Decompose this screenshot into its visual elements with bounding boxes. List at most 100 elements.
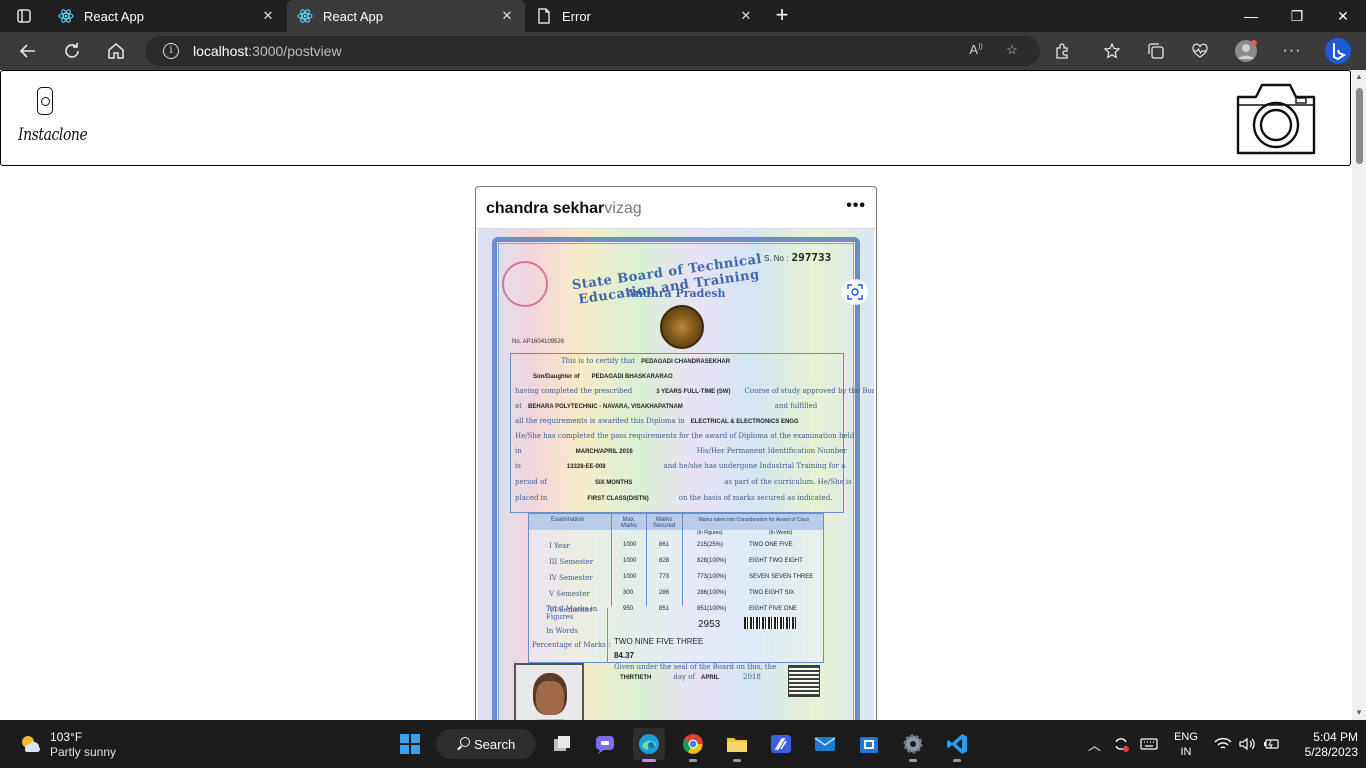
vscode-icon [947, 734, 967, 754]
add-favorite-icon[interactable]: ☆ [1003, 42, 1021, 60]
state-emblem [660, 305, 704, 349]
favorites-button[interactable] [1098, 37, 1126, 65]
read-aloud-icon[interactable]: A)) [967, 42, 985, 60]
keyboard-tray[interactable] [1140, 720, 1158, 768]
task-view-icon [554, 736, 570, 751]
tab-close-icon[interactable]: ✕ [738, 8, 754, 24]
extensions-button[interactable] [1049, 37, 1077, 65]
wifi-tray[interactable] [1214, 720, 1232, 768]
volume-tray[interactable] [1238, 720, 1256, 768]
weather-temp: 103°F [50, 730, 83, 744]
heartbeat-icon [1192, 43, 1208, 58]
back-button[interactable] [14, 37, 42, 65]
visual-search-button[interactable] [842, 279, 868, 305]
student-photo [514, 663, 584, 720]
page-scrollbar[interactable]: ▲ ▼ [1352, 70, 1366, 720]
collections-icon [1148, 43, 1164, 59]
scroll-up-icon[interactable]: ▲ [1354, 72, 1364, 82]
mail-button[interactable] [809, 728, 841, 760]
tab-actions-button[interactable] [8, 4, 40, 28]
windows-logo-icon [400, 734, 420, 754]
tab-react-app-1[interactable]: React App ✕ [48, 0, 286, 32]
folder-icon [727, 738, 747, 752]
marks-row: IV Semester 1000 773 773(100%) SEVEN SEV… [549, 574, 814, 582]
language-indicator[interactable]: ENG IN [1170, 730, 1202, 760]
puzzle-icon [1056, 43, 1068, 59]
wifi-icon [1214, 737, 1232, 749]
site-info-icon[interactable]: i [163, 43, 179, 59]
search-label: Search [474, 736, 516, 752]
taskbar-search[interactable]: Search [436, 729, 536, 759]
store-button[interactable] [853, 728, 885, 760]
post-author[interactable]: chandra sekharvizag [486, 200, 642, 218]
scroll-down-icon[interactable]: ▼ [1354, 708, 1364, 718]
restore-button[interactable]: ❐ [1274, 0, 1320, 32]
show-hidden-icons[interactable]: ︿ [1088, 720, 1101, 768]
home-button[interactable] [102, 37, 130, 65]
volume-icon [1239, 737, 1255, 751]
react-icon [297, 8, 313, 24]
partly-sunny-icon [22, 736, 40, 752]
address-bar[interactable]: i localhost:3000/postview A)) ☆ [145, 36, 1040, 66]
page-viewport: Instaclone chandra sekharvizag ••• S. No… [0, 70, 1352, 720]
bing-icon [1325, 38, 1351, 64]
weather-widget[interactable]: 103°F Partly sunny [16, 728, 156, 760]
new-tab-button[interactable]: + [770, 4, 794, 28]
edge-taskbar-button[interactable] [633, 728, 665, 762]
sync-status[interactable] [1112, 720, 1130, 768]
chevron-up-icon: ︿ [1088, 737, 1102, 753]
back-arrow-icon [19, 44, 35, 58]
chrome-icon [683, 734, 703, 754]
visual-search-icon [847, 284, 863, 300]
marks-row: I Year 1000 861 215(25%) TWO ONE FIVE [549, 542, 793, 550]
total-marks-words: TWO NINE FIVE THREE [614, 637, 704, 646]
chrome-taskbar-button[interactable] [677, 728, 709, 762]
performance-button[interactable] [1186, 37, 1214, 65]
tab-error[interactable]: Error ✕ [526, 0, 764, 32]
certificate-body: This is to certify that PEDAGADI CHANDRAS… [510, 353, 874, 513]
marks-row: III Semester 1000 828 828(100%) EIGHT TW… [549, 558, 803, 566]
store-icon [860, 737, 878, 753]
vscode-button[interactable] [941, 728, 973, 762]
instaclone-logo[interactable]: Instaclone [15, 83, 88, 153]
keyboard-icon [1140, 738, 1158, 750]
tab-react-app-2[interactable]: React App ✕ [287, 0, 525, 32]
refresh-button[interactable] [58, 37, 86, 65]
url-text: localhost:3000/postview [193, 43, 342, 59]
scrollbar-thumb[interactable] [1356, 88, 1363, 164]
post-card: chandra sekharvizag ••• S. No :297733 St… [475, 186, 877, 720]
start-button[interactable] [394, 728, 426, 760]
minimize-button[interactable]: — [1228, 0, 1274, 32]
task-view-button[interactable] [546, 728, 578, 760]
tab-title: React App [84, 8, 144, 24]
collections-button[interactable] [1142, 37, 1170, 65]
tab-close-icon[interactable]: ✕ [260, 8, 276, 24]
close-window-button[interactable]: ✕ [1320, 0, 1366, 32]
post-location: vizag [604, 200, 642, 217]
post-image[interactable]: S. No :297733 State Board of Technical E… [478, 229, 874, 720]
settings-button[interactable] [897, 728, 929, 762]
new-post-camera-button[interactable] [1234, 75, 1318, 159]
total-marks: 2953 [698, 619, 721, 630]
page-icon [536, 8, 552, 24]
tab-close-icon[interactable]: ✕ [499, 8, 515, 24]
tab-title: React App [323, 8, 383, 24]
profile-button[interactable] [1232, 37, 1260, 65]
battery-icon [1264, 739, 1279, 749]
teams-chat-button[interactable] [589, 728, 621, 760]
pen-icon [771, 735, 791, 753]
file-explorer-button[interactable] [721, 728, 753, 762]
battery-tray[interactable] [1262, 720, 1280, 768]
post-options-button[interactable]: ••• [846, 197, 866, 215]
browser-toolbar: i localhost:3000/postview A)) ☆ ··· [0, 32, 1366, 70]
bing-chat-button[interactable] [1324, 37, 1352, 65]
weather-condition: Partly sunny [50, 745, 117, 759]
tab-actions-icon [17, 9, 31, 23]
certificate-state: Andhra Pradesh [626, 287, 726, 300]
camera-icon [1236, 83, 1316, 155]
system-clock[interactable]: 5:04 PM 5/28/2023 [1288, 730, 1358, 760]
pen-app-button[interactable] [765, 728, 797, 760]
settings-menu-button[interactable]: ··· [1278, 37, 1306, 65]
marks-table-header: Examination Max. Marks Marks Secured Mar… [529, 514, 823, 530]
brand-name: Instaclone [18, 125, 88, 145]
